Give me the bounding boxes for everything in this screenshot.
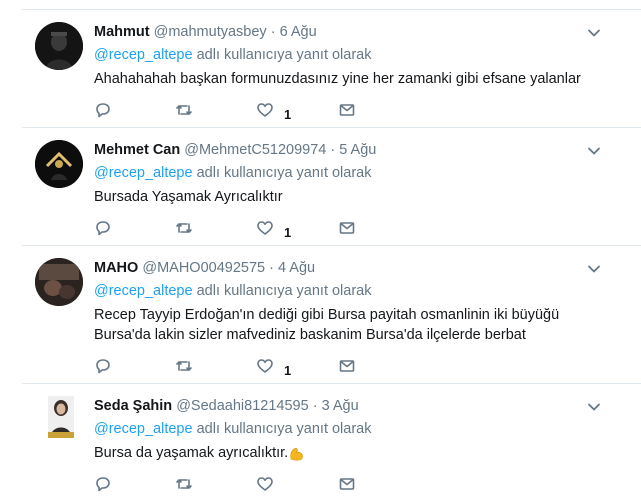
direct-message-button[interactable] <box>338 100 356 120</box>
tweet-text: Recep Tayyip Erdoğan'ın dediği gibi Burs… <box>94 307 560 343</box>
reply-context: @recep_altepe adlı kullanıcıya yanıt ola… <box>94 164 372 182</box>
tweet-header: Mehmet Can @MehmetC51209974 · 5 Ağu <box>94 141 376 159</box>
like-button[interactable]: 1 <box>256 356 292 378</box>
tweet-item[interactable]: Seda Şahin @Sedaahi81214595 · 3 Ağu @rec… <box>22 384 641 501</box>
direct-message-button[interactable] <box>338 474 356 494</box>
retweet-icon <box>176 105 192 115</box>
tweet-text: Bursada Yaşamak Ayrıcalıktır <box>94 189 283 205</box>
reply-mention-link[interactable]: @recep_altepe <box>94 421 193 437</box>
like-button[interactable]: 1 <box>256 100 292 122</box>
tweet-date[interactable]: 6 Ağu <box>280 24 317 40</box>
reply-icon <box>96 477 110 492</box>
reply-icon <box>96 103 110 118</box>
avatar[interactable] <box>35 258 83 306</box>
envelope-icon <box>339 222 355 234</box>
chevron-down-icon[interactable] <box>587 400 601 414</box>
separator-dot: · <box>312 398 318 414</box>
retweet-icon <box>176 223 192 233</box>
heart-icon <box>257 477 273 491</box>
like-count: 1 <box>284 224 292 240</box>
reply-button[interactable] <box>94 100 112 120</box>
chevron-down-icon[interactable] <box>587 26 601 40</box>
display-name[interactable]: MAHO <box>94 260 138 276</box>
retweet-icon <box>176 479 192 489</box>
reply-button[interactable] <box>94 356 112 376</box>
retweet-button[interactable] <box>175 100 193 120</box>
reply-icon <box>96 221 110 236</box>
like-count: 1 <box>284 106 292 122</box>
heart-icon <box>257 221 273 235</box>
separator-dot: · <box>270 24 276 40</box>
avatar[interactable] <box>48 396 74 438</box>
reply-mention-link[interactable]: @recep_altepe <box>94 47 193 63</box>
retweet-icon <box>176 361 192 371</box>
retweet-button[interactable] <box>175 218 193 238</box>
separator-dot: · <box>330 142 336 158</box>
reply-context: @recep_altepe adlı kullanıcıya yanıt ola… <box>94 420 372 438</box>
direct-message-button[interactable] <box>338 356 356 376</box>
user-handle[interactable]: @mahmutyasbey <box>154 24 267 40</box>
reply-context-text: adlı kullanıcıya yanıt olarak <box>192 47 372 63</box>
tweet-actions <box>94 474 364 494</box>
reply-context-text: adlı kullanıcıya yanıt olarak <box>192 165 372 181</box>
envelope-icon <box>339 478 355 490</box>
reply-mention-link[interactable]: @recep_altepe <box>94 165 193 181</box>
user-handle[interactable]: @MehmetC51209974 <box>184 142 326 158</box>
display-name[interactable]: Mahmut <box>94 24 150 40</box>
display-name[interactable]: Mehmet Can <box>94 142 180 158</box>
tweet-item[interactable]: MAHO @MAHO00492575 · 4 Ağu @recep_altepe… <box>22 246 641 384</box>
like-count: 1 <box>284 362 292 378</box>
reply-context-text: adlı kullanıcıya yanıt olarak <box>192 421 372 437</box>
display-name[interactable]: Seda Şahin <box>94 398 172 414</box>
user-handle[interactable]: @MAHO00492575 <box>142 260 265 276</box>
user-handle[interactable]: @Sedaahi81214595 <box>176 398 308 414</box>
tweet-date[interactable]: 3 Ağu <box>322 398 359 414</box>
tweet-actions: 1 <box>94 356 364 378</box>
heart-icon <box>257 103 273 117</box>
tweet-text: Bursa da yaşamak ayrıcalıktır. <box>94 443 614 463</box>
heart-icon <box>257 359 273 373</box>
envelope-icon <box>339 104 355 116</box>
like-button[interactable]: 1 <box>256 218 292 240</box>
retweet-button[interactable] <box>175 356 193 376</box>
tweet-date[interactable]: 4 Ağu <box>278 260 315 276</box>
direct-message-button[interactable] <box>338 218 356 238</box>
tweet-header: Mahmut @mahmutyasbey · 6 Ağu <box>94 23 317 41</box>
tweet-actions: 1 <box>94 100 364 122</box>
retweet-button[interactable] <box>175 474 193 494</box>
reply-icon <box>96 359 110 374</box>
avatar[interactable] <box>35 22 83 70</box>
reply-button[interactable] <box>94 218 112 238</box>
flexed-biceps-emoji <box>290 447 304 461</box>
reply-mention-link[interactable]: @recep_altepe <box>94 283 193 299</box>
chevron-down-icon[interactable] <box>587 262 601 276</box>
tweet-actions: 1 <box>94 218 364 240</box>
tweet-item[interactable]: Mahmut @mahmutyasbey · 6 Ağu @recep_alte… <box>22 10 641 128</box>
envelope-icon <box>339 360 355 372</box>
tweet-date[interactable]: 5 Ağu <box>339 142 376 158</box>
tweet-header: Seda Şahin @Sedaahi81214595 · 3 Ağu <box>94 397 359 415</box>
tweet-text: Ahahahahah başkan formunuzdasınız yine h… <box>94 71 581 87</box>
tweet-header: MAHO @MAHO00492575 · 4 Ağu <box>94 259 315 277</box>
reply-context: @recep_altepe adlı kullanıcıya yanıt ola… <box>94 46 372 64</box>
like-button[interactable] <box>256 474 284 494</box>
avatar[interactable] <box>35 140 83 188</box>
reply-context: @recep_altepe adlı kullanıcıya yanıt ola… <box>94 282 372 300</box>
chevron-down-icon[interactable] <box>587 144 601 158</box>
tweet-item[interactable]: Mehmet Can @MehmetC51209974 · 5 Ağu @rec… <box>22 128 641 246</box>
tweet-text-content: Bursa da yaşamak ayrıcalıktır. <box>94 445 289 461</box>
reply-button[interactable] <box>94 474 112 494</box>
reply-context-text: adlı kullanıcıya yanıt olarak <box>192 283 372 299</box>
separator-dot: · <box>269 260 274 276</box>
